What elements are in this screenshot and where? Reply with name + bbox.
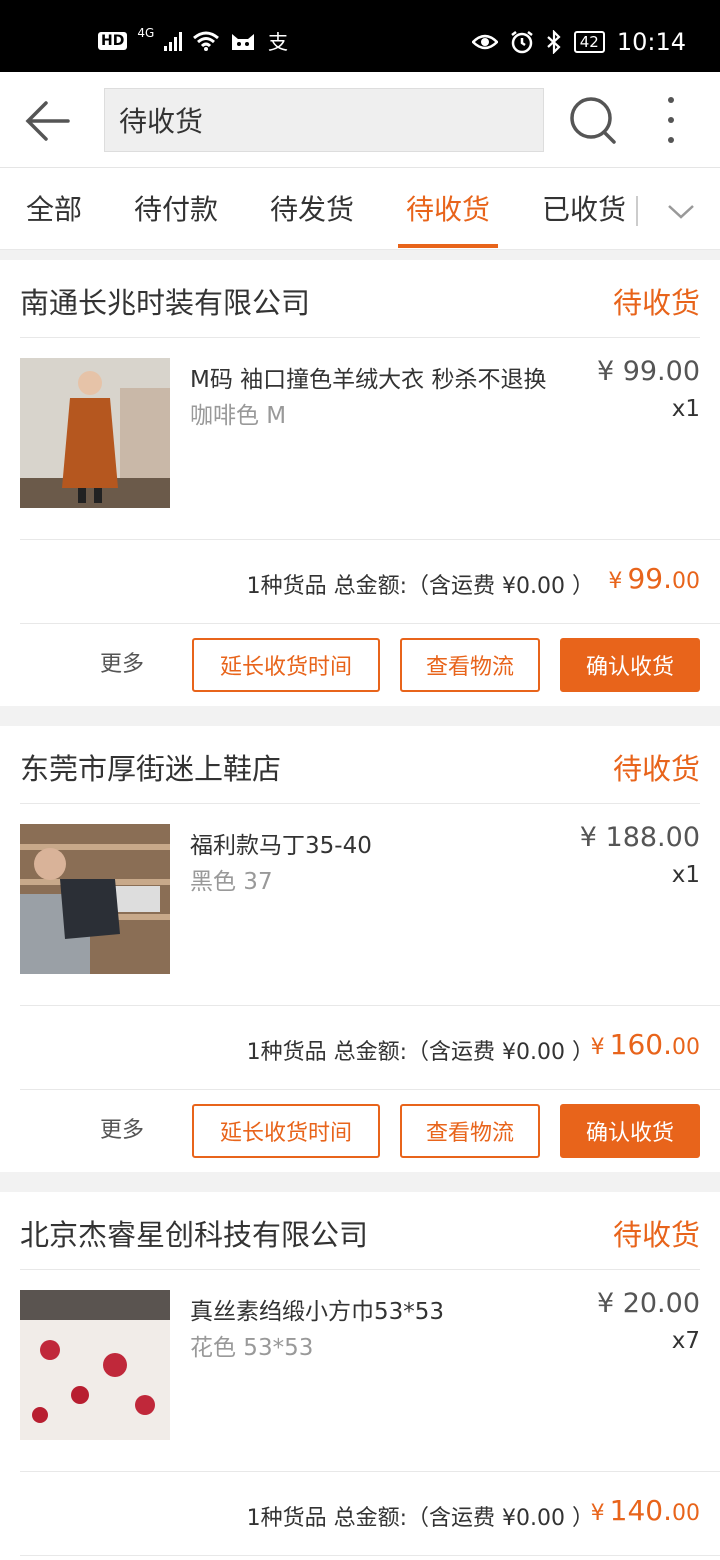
view-logistics-button[interactable]: 查看物流 (400, 638, 540, 692)
shop-row[interactable]: 东莞市厚街迷上鞋店 待收货 (20, 726, 700, 804)
product-spec: 花色 53*53 (190, 1335, 314, 1361)
status-bar: HD 4G 支 42 10:14 (0, 0, 720, 72)
total-integer: 160. (609, 1028, 672, 1061)
product-spec: 黑色 37 (190, 869, 273, 895)
order-total: ¥ 140.00 (591, 1494, 700, 1527)
cat-app-icon (232, 34, 255, 50)
order-status: 待收货 (612, 286, 700, 320)
view-logistics-button[interactable]: 查看物流 (400, 1104, 540, 1158)
svg-text:支: 支 (268, 30, 288, 52)
order-item[interactable]: 福利款马丁35-40 黑色 37 ¥ 188.00 x1 (20, 804, 720, 1006)
order-actions: 更多 延长收货时间 查看物流 确认收货 (0, 1090, 720, 1172)
total-integer: 99. (627, 562, 672, 595)
search-input[interactable]: 待收货 (104, 88, 544, 152)
more-button[interactable]: 更多 (100, 646, 144, 678)
product-quantity: x7 (671, 1328, 700, 1354)
tab-divider (636, 196, 638, 226)
product-thumbnail[interactable] (20, 358, 170, 508)
shop-name: 北京杰睿星创科技有限公司 (20, 1218, 369, 1252)
more-vertical-icon[interactable] (656, 94, 686, 146)
chevron-down-icon[interactable] (664, 194, 698, 228)
order-summary: 1种货品 总金额:（含运费 ¥0.00 ） (246, 574, 594, 599)
order-item[interactable]: 真丝素绉缎小方巾53*53 花色 53*53 ¥ 20.00 x7 (20, 1270, 720, 1472)
total-currency: ¥ (608, 569, 623, 594)
total-currency: ¥ (590, 1035, 605, 1060)
total-decimal: 00 (672, 1035, 700, 1060)
tab-pending-receipt[interactable]: 待收货 (406, 188, 490, 250)
order-item[interactable]: M码 袖口撞色羊绒大衣 秒杀不退换 咖啡色 M ¥ 99.00 x1 (20, 338, 720, 540)
product-title: M码 袖口撞色羊绒大衣 秒杀不退换 (190, 367, 547, 393)
total-decimal: 00 (672, 1501, 700, 1526)
order-total: ¥ 160.00 (591, 1028, 700, 1061)
order-card: 南通长兆时装有限公司 待收货 M码 袖口撞色羊绒大衣 秒杀不退换 咖啡色 M ¥… (0, 260, 720, 706)
total-integer: 140. (609, 1494, 672, 1527)
status-right: 42 10:14 (471, 28, 686, 56)
confirm-receipt-button[interactable]: 确认收货 (560, 1104, 700, 1158)
more-button[interactable]: 更多 (100, 1112, 144, 1144)
alarm-icon (510, 31, 533, 54)
order-status: 待收货 (612, 752, 700, 786)
order-actions: 更多 延长收货时间 查看物流 确认收货 (0, 624, 720, 706)
product-spec: 咖啡色 M (190, 403, 287, 429)
alipay-icon: 支 (268, 30, 288, 52)
order-total-row: 1种货品 总金额:（含运费 ¥0.00 ） ¥ 160.00 (20, 1006, 720, 1090)
shop-name: 南通长兆时装有限公司 (20, 286, 311, 320)
tab-received[interactable]: 已收货 (542, 188, 626, 250)
search-input-value: 待收货 (119, 105, 204, 138)
product-title: 福利款马丁35-40 (190, 833, 372, 859)
shop-row[interactable]: 南通长兆时装有限公司 待收货 (20, 260, 700, 338)
total-decimal: 00 (672, 569, 700, 594)
active-tab-indicator (398, 244, 498, 248)
order-card: 东莞市厚街迷上鞋店 待收货 福利款马丁35-40 黑色 37 ¥ 188.00 … (0, 726, 720, 1172)
confirm-receipt-button[interactable]: 确认收货 (560, 638, 700, 692)
search-icon[interactable] (566, 94, 618, 146)
tab-all[interactable]: 全部 (26, 188, 82, 250)
top-bar: 待收货 (0, 72, 720, 168)
signal-icon (164, 31, 183, 51)
order-card: 北京杰睿星创科技有限公司 待收货 真丝素绉缎小方巾53*53 花色 53*53 … (0, 1192, 720, 1560)
extend-receipt-button[interactable]: 延长收货时间 (192, 638, 380, 692)
order-status: 待收货 (612, 1218, 700, 1252)
order-total: ¥ 99.00 (608, 562, 700, 595)
bluetooth-icon (546, 30, 561, 54)
tab-pending-shipment[interactable]: 待发货 (270, 188, 354, 250)
back-arrow-icon[interactable] (22, 94, 76, 148)
eye-icon (471, 34, 498, 50)
shop-name: 东莞市厚街迷上鞋店 (20, 752, 282, 786)
order-summary: 1种货品 总金额:（含运费 ¥0.00 ） (246, 1040, 594, 1065)
total-currency: ¥ (590, 1501, 605, 1526)
product-price: ¥ 20.00 (596, 1288, 700, 1319)
product-quantity: x1 (671, 396, 700, 422)
order-status-tabs: 全部 待付款 待发货 待收货 已收货 (0, 168, 720, 250)
battery-icon: 42 (573, 31, 605, 53)
order-total-row: 1种货品 总金额:（含运费 ¥0.00 ） ¥ 99.00 (20, 540, 720, 624)
product-thumbnail[interactable] (20, 1290, 170, 1440)
product-price: ¥ 188.00 (579, 822, 700, 853)
wifi-icon (193, 31, 220, 51)
tab-pending-payment[interactable]: 待付款 (134, 188, 218, 250)
extend-receipt-button[interactable]: 延长收货时间 (192, 1104, 380, 1158)
order-summary: 1种货品 总金额:（含运费 ¥0.00 ） (246, 1506, 594, 1531)
status-left: HD 4G 支 (98, 26, 290, 52)
clock: 10:14 (616, 28, 686, 56)
product-price: ¥ 99.00 (596, 356, 700, 387)
hd-icon: HD (98, 32, 128, 50)
shop-row[interactable]: 北京杰睿星创科技有限公司 待收货 (20, 1192, 700, 1270)
product-quantity: x1 (671, 862, 700, 888)
network-label: 4G (137, 26, 155, 40)
product-title: 真丝素绉缎小方巾53*53 (190, 1299, 445, 1325)
order-total-row: 1种货品 总金额:（含运费 ¥0.00 ） ¥ 140.00 (20, 1472, 720, 1556)
product-thumbnail[interactable] (20, 824, 170, 974)
